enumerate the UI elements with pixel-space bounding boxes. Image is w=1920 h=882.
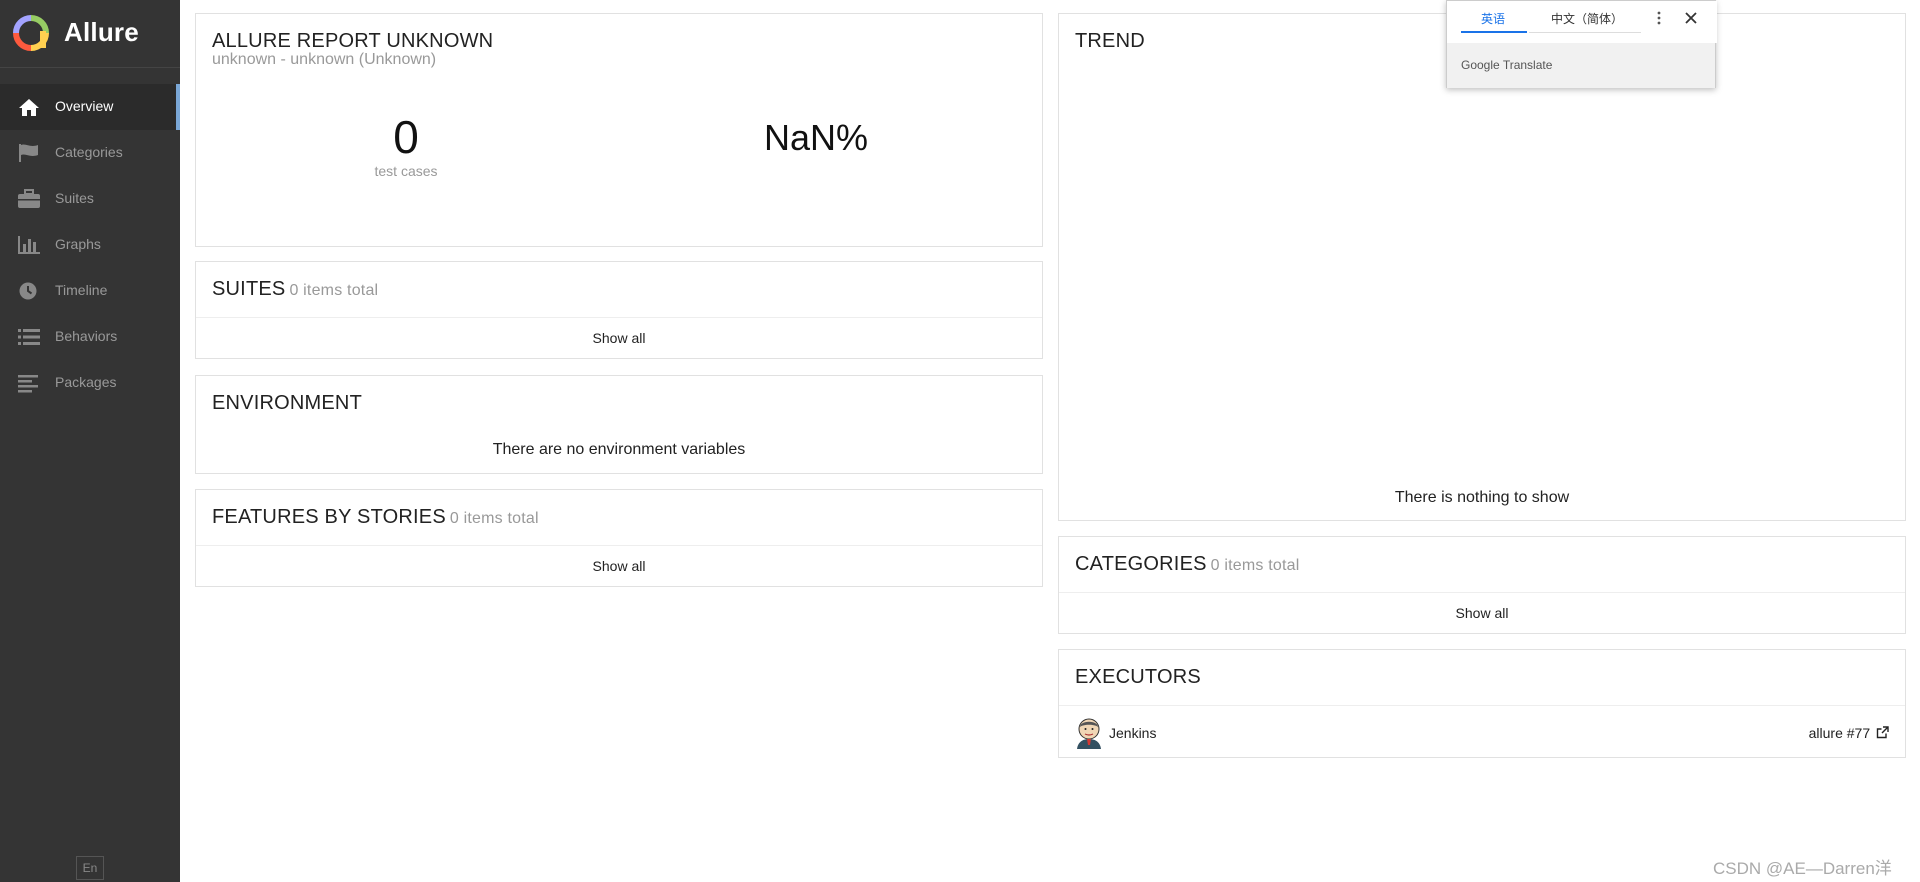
features-show-all-link[interactable]: Show all: [196, 558, 1042, 574]
google-translate-brand: Google Translate: [1461, 58, 1553, 72]
language-button[interactable]: En: [76, 856, 104, 880]
report-title: ALLURE REPORT UNKNOWN: [212, 30, 494, 52]
align-left-icon: [18, 375, 38, 393]
features-title: FEATURES BY STORIES 0 items total: [212, 506, 539, 528]
sidebar-item-overview[interactable]: Overview: [0, 84, 180, 130]
flag-icon: [19, 144, 38, 162]
watermark: CSDN @AE—Darren洋: [1713, 859, 1892, 878]
trend-widget: TREND There is nothing to show: [1058, 13, 1906, 521]
more-options-icon[interactable]: [1654, 10, 1664, 26]
executors-widget: EXECUTORS Jenkins allure #77: [1058, 649, 1906, 758]
divider: [196, 317, 1042, 318]
briefcase-icon: [18, 189, 40, 208]
bar-chart-icon: [18, 236, 40, 254]
divider: [196, 545, 1042, 546]
success-rate: NaN%: [763, 117, 869, 158]
google-translate-popup: 英语 中文（简体） Google Translate: [1446, 0, 1717, 88]
home-icon: [19, 99, 39, 116]
close-icon[interactable]: [1684, 11, 1698, 25]
sidebar-item-label: Suites: [55, 190, 94, 206]
tab-source-language[interactable]: 英语: [1481, 10, 1505, 27]
sidebar-item-label: Packages: [55, 374, 117, 390]
sidebar-item-packages[interactable]: Packages: [0, 360, 180, 406]
test-cases-label: test cases: [374, 163, 438, 179]
brand-name: Allure: [64, 17, 139, 47]
sidebar-item-label: Overview: [55, 98, 114, 114]
sidebar-item-label: Behaviors: [55, 328, 118, 344]
sidebar-item-label: Graphs: [55, 236, 101, 252]
sidebar-item-behaviors[interactable]: Behaviors: [0, 314, 180, 360]
suites-widget: SUITES 0 items total Show all: [195, 261, 1043, 359]
environment-empty-text: There are no environment variables: [492, 441, 746, 458]
sidebar-item-graphs[interactable]: Graphs: [0, 222, 180, 268]
sidebar: Allure Overview Categories Suites Graphs…: [0, 0, 180, 882]
executor-build-link[interactable]: allure #77: [1809, 725, 1889, 741]
sidebar-item-label: Timeline: [55, 282, 108, 298]
active-tab-indicator: [1461, 31, 1527, 33]
divider: [1529, 32, 1641, 33]
jenkins-avatar-icon: [1077, 718, 1101, 749]
brand[interactable]: Allure: [0, 0, 180, 68]
report-subtitle: unknown - unknown (Unknown): [212, 51, 437, 68]
executor-row: Jenkins allure #77: [1059, 705, 1905, 759]
allure-logo-icon: [13, 15, 49, 51]
sidebar-item-suites[interactable]: Suites: [0, 176, 180, 222]
sidebar-nav: Overview Categories Suites Graphs Timeli…: [0, 84, 180, 406]
features-count: 0 items total: [449, 510, 539, 527]
categories-widget: CATEGORIES 0 items total Show all: [1058, 536, 1906, 634]
clock-icon: [19, 282, 37, 300]
environment-widget: ENVIRONMENT There are no environment var…: [195, 375, 1043, 474]
tab-target-language[interactable]: 中文（简体）: [1551, 10, 1623, 27]
categories-count: 0 items total: [1210, 557, 1300, 574]
suites-count: 0 items total: [289, 282, 379, 299]
sidebar-item-label: Categories: [55, 144, 123, 160]
test-cases-count: 0: [393, 111, 419, 163]
list-icon: [18, 329, 40, 345]
suites-show-all-link[interactable]: Show all: [196, 330, 1042, 346]
environment-title: ENVIRONMENT: [212, 392, 362, 414]
categories-title: CATEGORIES 0 items total: [1075, 553, 1300, 575]
features-widget: FEATURES BY STORIES 0 items total Show al…: [195, 489, 1043, 587]
external-link-icon: [1876, 726, 1889, 739]
translate-tabs: 英语 中文（简体）: [1447, 1, 1717, 43]
categories-show-all-link[interactable]: Show all: [1059, 605, 1905, 621]
trend-title: TREND: [1075, 30, 1145, 52]
divider: [1059, 592, 1905, 593]
sidebar-item-categories[interactable]: Categories: [0, 130, 180, 176]
executor-name: Jenkins: [1109, 725, 1157, 741]
summary-widget: ALLURE REPORT UNKNOWN unknown - unknown …: [195, 13, 1043, 247]
translate-footer: Google Translate: [1447, 43, 1715, 88]
suites-title: SUITES 0 items total: [212, 278, 379, 300]
sidebar-item-timeline[interactable]: Timeline: [0, 268, 180, 314]
trend-empty-text: There is nothing to show: [1394, 489, 1570, 506]
executors-title: EXECUTORS: [1075, 666, 1201, 688]
